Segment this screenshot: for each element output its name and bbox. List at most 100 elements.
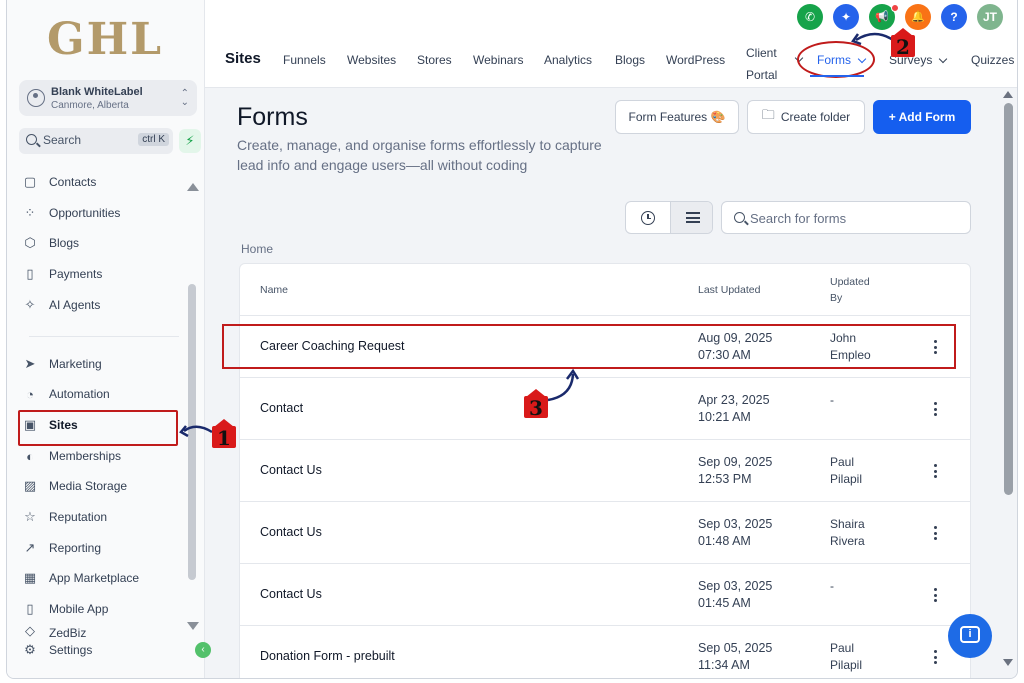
date-text: Sep 03, 2025 <box>698 579 773 593</box>
sidebar-item-payments[interactable]: ▯ Payments <box>21 260 181 288</box>
tab-wordpress[interactable]: WordPress <box>666 53 725 67</box>
brand-logo[interactable]: GHL <box>47 14 163 65</box>
sidebar-item-app-marketplace[interactable]: ▦ App Marketplace <box>21 564 181 592</box>
sidebar-item-label: Contacts <box>49 175 97 189</box>
search-icon <box>734 212 745 223</box>
contacts-icon: ▢ <box>23 174 37 189</box>
sidebar-item-memberships[interactable]: ◐ Memberships <box>21 442 181 470</box>
more-options-icon[interactable] <box>930 524 940 542</box>
magic-icon[interactable]: ✦ <box>833 4 859 30</box>
form-features-button[interactable]: Form Features 🎨 <box>615 100 739 134</box>
sidebar-item-label: Mobile App <box>49 602 109 616</box>
phone-icon[interactable]: ✆ <box>797 4 823 30</box>
sidebar-item-mobile-app[interactable]: ▯ Mobile App <box>21 595 181 623</box>
marketing-icon: ➤ <box>24 356 36 371</box>
more-options-icon[interactable] <box>930 400 940 418</box>
tab-analytics[interactable]: Analytics <box>544 53 592 67</box>
more-options-icon[interactable] <box>930 586 940 604</box>
sidebar-item-marketing[interactable]: ➤ Marketing <box>21 350 181 378</box>
chat-icon: i <box>960 626 980 643</box>
sidebar-item-label: Blogs <box>49 236 80 250</box>
updated-by-first: Shaira <box>830 517 865 531</box>
column-header-name[interactable]: Name <box>260 282 288 298</box>
sidebar-item-automation[interactable]: ◔ Automation <box>21 380 181 408</box>
scrollbar-thumb[interactable] <box>1004 103 1013 495</box>
quick-action-bolt-icon[interactable]: ⚡ <box>179 129 201 153</box>
help-icon[interactable]: ? <box>941 4 967 30</box>
scroll-down-arrow[interactable] <box>1003 659 1013 666</box>
updated-by-first: Paul <box>830 641 855 655</box>
sidebar-scroll-down[interactable] <box>187 622 199 630</box>
form-name[interactable]: Contact Us <box>260 525 322 539</box>
form-name[interactable]: Contact <box>260 401 303 415</box>
annotation-step-2: 2 <box>891 28 915 59</box>
table-row[interactable]: Contact Us Sep 03, 2025 01:45 AM - <box>240 564 970 626</box>
scroll-up-arrow[interactable] <box>1003 91 1013 98</box>
sidebar-item-reporting[interactable]: ↗ Reporting <box>21 534 181 562</box>
tab-quizzes[interactable]: Quizzes <box>971 53 1014 67</box>
table-row[interactable]: Donation Form - prebuilt Sep 05, 2025 11:3… <box>240 626 970 678</box>
sidebar-item-label: Opportunities <box>49 206 121 220</box>
sidebar-search[interactable]: Search ctrl K <box>19 128 173 154</box>
sidebar-item-ai-agents[interactable]: ✧ AI Agents <box>21 291 181 319</box>
page-scrollbar[interactable] <box>1003 89 1017 678</box>
search-icon <box>26 134 37 145</box>
button-label: Create folder <box>780 110 851 124</box>
sidebar-item-blogs[interactable]: ⬡ Blogs <box>21 229 181 257</box>
form-name[interactable]: Contact Us <box>260 587 322 601</box>
sidebar-item-label: Automation <box>49 387 110 401</box>
list-view-button[interactable] <box>670 202 712 233</box>
tab-websites[interactable]: Websites <box>347 53 396 67</box>
sidebar-search-label: Search <box>43 133 82 147</box>
more-options-icon[interactable] <box>930 648 940 666</box>
updated-by-last: Rivera <box>830 534 865 548</box>
form-name[interactable]: Contact Us <box>260 463 322 477</box>
table-row[interactable]: Contact Us Sep 03, 2025 01:48 AM Shaira Rive… <box>240 502 970 564</box>
chat-widget-button[interactable]: i <box>948 614 992 658</box>
breadcrumb[interactable]: Home <box>241 242 273 256</box>
tab-blogs[interactable]: Blogs <box>615 53 645 67</box>
sidebar-item-media-storage[interactable]: ▨ Media Storage <box>21 472 181 500</box>
sidebar-item-settings[interactable]: ⚙ Settings <box>21 636 181 664</box>
forms-search-input[interactable] <box>750 208 960 228</box>
sidebar-item-contacts[interactable]: ▢ Contacts <box>21 168 181 196</box>
header-label: By <box>830 292 843 304</box>
sidebar-item-reputation[interactable]: ☆ Reputation <box>21 503 181 531</box>
tab-funnels[interactable]: Funnels <box>283 53 326 67</box>
bell-icon[interactable]: 🔔 <box>905 4 931 30</box>
updated-by-last: Pilapil <box>830 472 863 486</box>
create-folder-button[interactable]: 🗀 Create folder <box>747 100 865 134</box>
sidebar-item-label: Memberships <box>49 449 122 463</box>
add-form-button[interactable]: + Add Form <box>873 100 971 134</box>
page-title: Forms <box>237 103 308 131</box>
section-title: Sites <box>225 50 261 67</box>
column-header-last-updated[interactable]: Last Updated <box>698 282 760 298</box>
account-switcher[interactable]: Blank WhiteLabel Canmore, Alberta ⌃ ⌄ <box>19 80 197 116</box>
sidebar-item-opportunities[interactable]: ⁘ Opportunities <box>21 199 181 227</box>
tab-webinars[interactable]: Webinars <box>473 53 523 67</box>
date-text: Apr 23, 2025 <box>698 393 770 407</box>
account-name: Blank WhiteLabel <box>51 86 143 98</box>
column-header-updated-by[interactable]: Updated By <box>830 274 870 306</box>
table-row[interactable]: Contact Us Sep 09, 2025 12:53 PM Paul Pilapi… <box>240 440 970 502</box>
more-options-icon[interactable] <box>930 462 940 480</box>
sidebar-scroll-up[interactable] <box>187 183 199 191</box>
collapse-sidebar-button[interactable]: ‹ <box>195 642 211 658</box>
form-name[interactable]: Donation Form - prebuilt <box>260 649 395 663</box>
user-avatar[interactable]: JT <box>977 4 1003 30</box>
table-row[interactable]: Contact Apr 23, 2025 10:21 AM - <box>240 378 970 440</box>
recent-view-button[interactable] <box>626 202 670 233</box>
tab-stores[interactable]: Stores <box>417 53 452 67</box>
table-header: Name Last Updated Updated By <box>240 264 970 316</box>
sidebar-item-label: Payments <box>49 267 103 281</box>
sidebar-scrollbar[interactable] <box>188 284 196 580</box>
annotation-step-3: 3 <box>524 389 548 420</box>
opportunities-icon: ⁘ <box>24 205 36 220</box>
list-icon <box>685 212 700 223</box>
tab-client-portal[interactable]: Client Portal <box>746 42 804 86</box>
header-label: Updated <box>830 276 870 288</box>
sidebar: GHL Blank WhiteLabel Canmore, Alberta ⌃ ⌄… <box>7 0 205 678</box>
forms-tab-underline <box>810 75 864 77</box>
palette-icon: 🎨 <box>710 110 726 124</box>
time-text: 10:21 AM <box>698 410 751 424</box>
